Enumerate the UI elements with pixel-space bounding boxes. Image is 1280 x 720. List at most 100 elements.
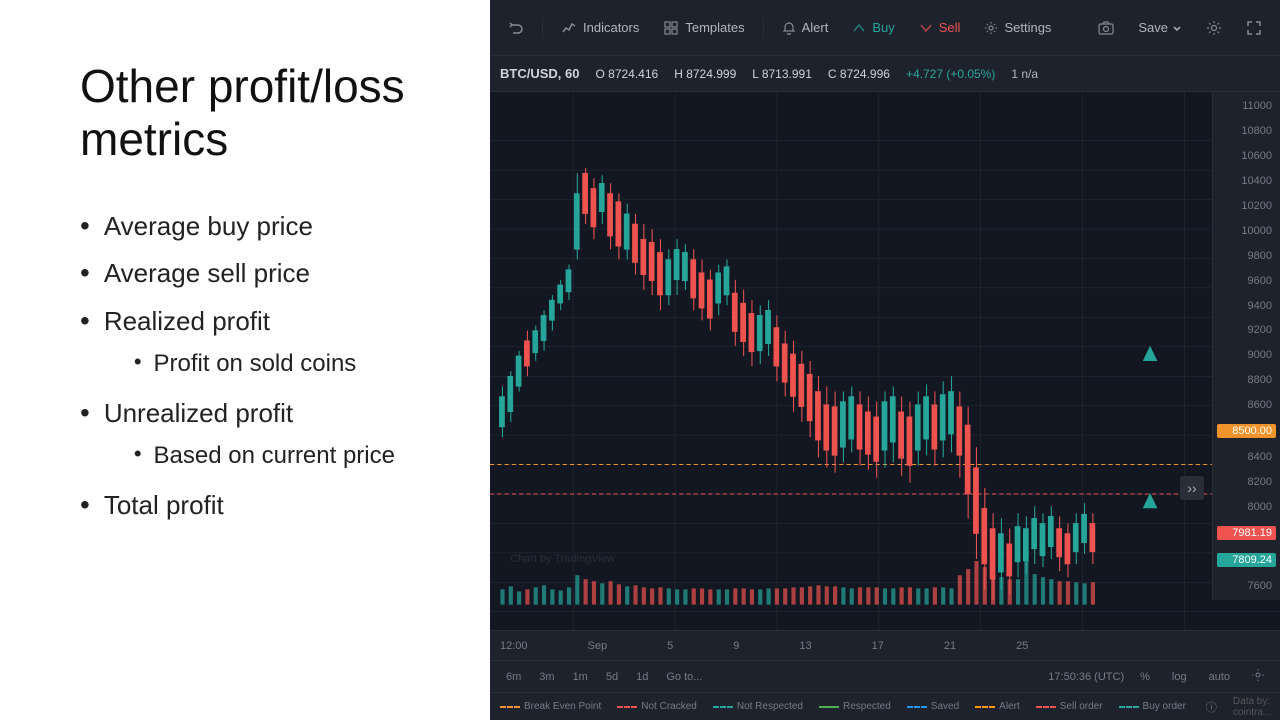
ohlc-high: H 8724.999 <box>674 67 736 81</box>
sell-label: Sell <box>939 20 961 35</box>
list-item-unrealized: Unrealized profit Based on current price <box>80 393 440 479</box>
legend-line-sell-order <box>1036 706 1056 708</box>
price-11000: 11000 <box>1217 100 1276 112</box>
legend-line-buy-order <box>1119 706 1139 708</box>
legend-label-sell-order: Sell order <box>1060 701 1103 712</box>
goto-button[interactable]: Go to... <box>660 669 708 685</box>
legend-line-saved <box>907 706 927 708</box>
ohlc-close: C 8724.996 <box>828 67 890 81</box>
ohlc-open: O 8724.416 <box>595 67 658 81</box>
chart-settings-button[interactable] <box>1196 14 1232 42</box>
price-8200: 8200 <box>1217 476 1276 488</box>
legend-buy-order: Buy order <box>1119 701 1186 712</box>
chart-area[interactable]: Chart by TradingView ›› 11000 10800 1060… <box>490 92 1280 630</box>
percent-button[interactable]: % <box>1134 669 1156 685</box>
price-9000: 9000 <box>1217 349 1276 361</box>
price-8000: 8000 <box>1217 501 1276 513</box>
legend-not-respected: Not Respected <box>713 701 803 712</box>
list-item-avg-buy: Average buy price <box>80 206 440 248</box>
tf-3m[interactable]: 3m <box>533 669 560 685</box>
price-7600: 7600 <box>1217 580 1276 592</box>
time-axis: 12:00 Sep 5 9 13 17 21 25 <box>490 630 1280 660</box>
tf-6m[interactable]: 6m <box>500 669 527 685</box>
save-button[interactable]: Save <box>1128 15 1192 40</box>
legend-info-icon[interactable]: ⓘ <box>1206 699 1217 715</box>
camera-button[interactable] <box>1088 14 1124 42</box>
tf-1m[interactable]: 1m <box>567 669 594 685</box>
price-scale: 11000 10800 10600 10400 10200 10000 9800… <box>1212 92 1280 600</box>
bullet-text-avg-buy: Average buy price <box>104 206 313 248</box>
indicators-button[interactable]: Indicators <box>551 14 649 42</box>
price-7981: 7981.19 <box>1217 526 1276 540</box>
price-10600: 10600 <box>1217 150 1276 162</box>
current-time: 17:50:36 (UTC) <box>1048 671 1124 683</box>
undo-button[interactable] <box>498 14 534 42</box>
bullet-text-total-profit: Total profit <box>104 485 224 527</box>
tf-5d[interactable]: 5d <box>600 669 624 685</box>
legend-label-alert: Alert <box>999 701 1020 712</box>
price-10800: 10800 <box>1217 125 1276 137</box>
ohlc-change: +4.727 (+0.05%) <box>906 67 995 81</box>
alert-label: Alert <box>802 20 829 35</box>
time-sep: Sep <box>588 640 608 652</box>
alert-button[interactable]: Alert <box>772 14 839 41</box>
legend-line-not-cracked <box>617 706 637 708</box>
price-9200: 9200 <box>1217 324 1276 336</box>
legend-saved: Saved <box>907 701 959 712</box>
sub-bullet-text-sold-coins: Profit on sold coins <box>154 345 357 383</box>
list-item-total-profit: Total profit <box>80 485 440 527</box>
time-9: 9 <box>733 640 739 652</box>
legend-sell-order: Sell order <box>1036 701 1103 712</box>
bullet-text-realized: Realized profit <box>104 301 356 343</box>
symbol-bar: BTC/USD, 60 O 8724.416 H 8724.999 L 8713… <box>490 56 1280 92</box>
legend-label-break-even: Break Even Point <box>524 701 601 712</box>
settings-label: Settings <box>1004 20 1051 35</box>
slide-title: Other profit/lossmetrics <box>80 60 440 166</box>
bullet-list: Average buy price Average sell price Rea… <box>80 206 440 533</box>
time-25: 25 <box>1016 640 1028 652</box>
symbol-name[interactable]: BTC/USD, 60 <box>500 66 579 81</box>
chart-expand-button[interactable]: ›› <box>1180 476 1204 500</box>
price-10400: 10400 <box>1217 175 1276 187</box>
legend-label-not-cracked: Not Cracked <box>641 701 697 712</box>
legend-break-even: Break Even Point <box>500 701 601 712</box>
toolbar-sep-2 <box>763 18 764 38</box>
save-label: Save <box>1138 20 1168 35</box>
templates-button[interactable]: Templates <box>653 14 754 42</box>
price-8600: 8600 <box>1217 399 1276 411</box>
legend-line-not-respected <box>713 706 733 708</box>
price-8800: 8800 <box>1217 374 1276 386</box>
price-7809: 7809.24 <box>1217 553 1276 567</box>
list-item-avg-sell: Average sell price <box>80 253 440 295</box>
buy-button[interactable]: Buy <box>842 14 904 41</box>
buy-label: Buy <box>872 20 894 35</box>
legend-label-not-respected: Not Respected <box>737 701 803 712</box>
templates-label: Templates <box>685 20 744 35</box>
toolbar-sep-1 <box>542 18 543 38</box>
legend-bar: Break Even Point Not Cracked Not Respect… <box>490 692 1280 720</box>
price-10000: 10000 <box>1217 225 1276 237</box>
settings-button[interactable]: Settings <box>974 14 1061 41</box>
chart-panel: Indicators Templates Alert Buy Sell Sett… <box>490 0 1280 720</box>
bullet-text-unrealized: Unrealized profit <box>104 393 395 435</box>
legend-not-cracked: Not Cracked <box>617 701 697 712</box>
chart-settings-gear[interactable] <box>1246 667 1270 686</box>
bottom-toolbar: 6m 3m 1m 5d 1d Go to... 17:50:36 (UTC) %… <box>490 660 1280 692</box>
price-9400: 9400 <box>1217 300 1276 312</box>
time-1200: 12:00 <box>500 640 528 652</box>
legend-respected: Respected <box>819 701 891 712</box>
sell-button[interactable]: Sell <box>909 14 971 41</box>
sub-bullet-text-current-price: Based on current price <box>154 437 395 475</box>
price-8400: 8400 <box>1217 451 1276 463</box>
auto-button[interactable]: auto <box>1203 669 1236 685</box>
indicator-value: 1 n/a <box>1011 67 1038 81</box>
tf-1d[interactable]: 1d <box>630 669 654 685</box>
toolbar: Indicators Templates Alert Buy Sell Sett… <box>490 0 1280 56</box>
fullscreen-button[interactable] <box>1236 14 1272 42</box>
log-button[interactable]: log <box>1166 669 1193 685</box>
price-9800: 9800 <box>1217 250 1276 262</box>
time-17: 17 <box>872 640 884 652</box>
price-8500: 8500.00 <box>1217 424 1276 438</box>
legend-line-alert <box>975 706 995 708</box>
indicators-label: Indicators <box>583 20 639 35</box>
